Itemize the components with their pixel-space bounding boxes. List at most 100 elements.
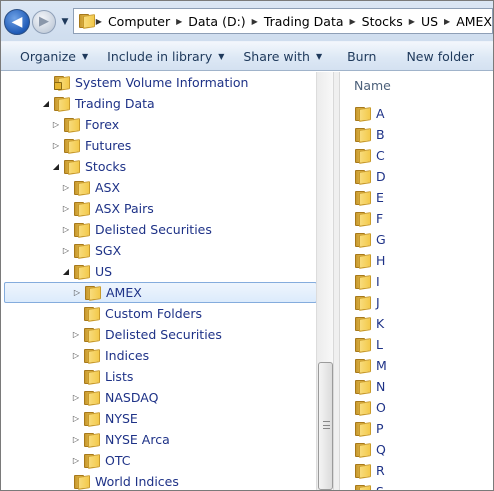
list-item[interactable]: D — [354, 166, 484, 187]
tree-item[interactable]: ▷ SGX — [1, 240, 317, 261]
tree-item[interactable]: ▷ Futures — [1, 135, 317, 156]
chevron-right-icon[interactable]: ▶ — [409, 17, 415, 26]
breadcrumb-item-data-drive[interactable]: Data (D:) — [188, 14, 245, 29]
expand-arrow-icon[interactable]: ▷ — [51, 139, 61, 153]
breadcrumb-item-trading-data[interactable]: Trading Data — [264, 14, 344, 29]
tree-scrollbar[interactable] — [316, 72, 333, 490]
chevron-right-icon[interactable]: ▶ — [350, 17, 356, 26]
organize-label: Organize — [20, 48, 76, 64]
list-item-label: F — [376, 211, 384, 226]
tree-item[interactable]: ▷ NYSE — [1, 408, 317, 429]
expand-arrow-icon[interactable]: ▷ — [71, 454, 81, 468]
tree-item[interactable]: ▷ Indices — [1, 345, 317, 366]
column-header-name[interactable]: Name — [340, 72, 493, 102]
breadcrumb-item-stocks[interactable]: Stocks — [362, 14, 403, 29]
expand-arrow-icon[interactable]: ▷ — [51, 118, 61, 132]
list-item[interactable]: L — [354, 334, 484, 355]
list-item[interactable]: A — [354, 103, 484, 124]
list-item[interactable]: E — [354, 187, 484, 208]
caret-down-icon: ▼ — [315, 51, 323, 61]
folder-icon — [354, 295, 372, 311]
tree-item[interactable]: ▷ ASX Pairs — [1, 198, 317, 219]
expand-arrow-icon[interactable]: ▷ — [71, 349, 81, 363]
tree-item-label: OTC — [105, 453, 131, 468]
forward-button[interactable]: ▶ — [32, 10, 56, 34]
tree-item[interactable]: ▷ NASDAQ — [1, 387, 317, 408]
expand-arrow-icon[interactable]: ▷ — [72, 286, 82, 300]
tree-item[interactable]: Lists — [1, 366, 317, 387]
list-item-label: S — [376, 484, 384, 490]
list-item-label: A — [376, 106, 385, 121]
tree-item[interactable]: ▷ ASX — [1, 177, 317, 198]
tree-item[interactable]: ▷ Forex — [1, 114, 317, 135]
list-item[interactable]: N — [354, 376, 484, 397]
list-item[interactable]: M — [354, 355, 484, 376]
pane-splitter[interactable] — [333, 72, 340, 490]
folder-icon — [53, 96, 71, 112]
navigation-pane[interactable]: System Volume Information ◢ Trading Data ▷ F… — [1, 72, 333, 490]
tree-item[interactable]: ◢ US — [1, 261, 317, 282]
expand-arrow-icon[interactable]: ▷ — [71, 433, 81, 447]
list-item[interactable]: J — [354, 292, 484, 313]
tree-item[interactable]: ▷ Delisted Securities — [1, 219, 317, 240]
expand-arrow-icon[interactable]: ▷ — [71, 412, 81, 426]
tree-item-label: NYSE Arca — [105, 432, 170, 447]
address-bar[interactable]: ▶ Computer ▶ Data (D:) ▶ Trading Data ▶ … — [73, 8, 493, 34]
chevron-right-icon[interactable]: ▶ — [176, 17, 182, 26]
expand-arrow-icon[interactable]: ▷ — [61, 223, 71, 237]
expand-arrow-icon[interactable]: ▷ — [61, 181, 71, 195]
share-with-button[interactable]: Share with ▼ — [243, 49, 322, 64]
list-item[interactable]: F — [354, 208, 484, 229]
tree-item[interactable]: ◢ Stocks — [1, 156, 317, 177]
tree-item[interactable]: Custom Folders — [1, 303, 317, 324]
tree-item[interactable]: ◢ Trading Data — [1, 93, 317, 114]
breadcrumb-item-amex[interactable]: AMEX — [456, 14, 492, 29]
expand-arrow-icon[interactable]: ▷ — [71, 328, 81, 342]
list-item[interactable]: K — [354, 313, 484, 334]
list-item[interactable]: C — [354, 145, 484, 166]
list-item[interactable]: R — [354, 460, 484, 481]
tree-item-label: NYSE — [105, 411, 138, 426]
expand-arrow-icon[interactable]: ▷ — [71, 391, 81, 405]
include-in-library-label: Include in library — [107, 48, 213, 64]
tree-item[interactable]: System Volume Information — [1, 72, 317, 93]
collapse-arrow-icon[interactable]: ◢ — [41, 97, 51, 111]
tree-item[interactable]: World Indices — [1, 471, 317, 490]
burn-button[interactable]: Burn — [347, 49, 376, 64]
tree-item[interactable]: ▷ OTC — [1, 450, 317, 471]
list-item[interactable]: P — [354, 418, 484, 439]
tree-item-label: ASX Pairs — [95, 201, 154, 216]
list-item[interactable]: H — [354, 250, 484, 271]
tree-item-label: SGX — [95, 243, 122, 258]
collapse-arrow-icon[interactable]: ◢ — [61, 265, 71, 279]
scrollbar-thumb[interactable] — [318, 362, 333, 490]
tree-item[interactable]: ▷ Delisted Securities — [1, 324, 317, 345]
list-item[interactable]: G — [354, 229, 484, 250]
chevron-right-icon[interactable]: ▶ — [96, 17, 102, 26]
collapse-arrow-icon[interactable]: ◢ — [51, 160, 61, 174]
folder-icon — [73, 201, 91, 217]
folder-icon — [83, 432, 101, 448]
list-item[interactable]: I — [354, 271, 484, 292]
list-item[interactable]: O — [354, 397, 484, 418]
list-item[interactable]: B — [354, 124, 484, 145]
breadcrumb-item-computer[interactable]: Computer — [108, 14, 170, 29]
expand-arrow-icon[interactable]: ▷ — [61, 202, 71, 216]
new-folder-button[interactable]: New folder — [406, 49, 474, 64]
tree-item-label: ASX — [95, 180, 121, 195]
tree-item-label: Trading Data — [75, 96, 155, 111]
organize-button[interactable]: Organize ▼ — [20, 49, 88, 64]
expand-arrow-icon[interactable]: ▷ — [61, 244, 71, 258]
breadcrumb-item-us[interactable]: US — [421, 14, 438, 29]
chevron-right-icon[interactable]: ▶ — [444, 17, 450, 26]
tree-item[interactable]: ▷ AMEX — [4, 282, 317, 303]
tree-item[interactable]: ▷ NYSE Arca — [1, 429, 317, 450]
back-button[interactable]: ◀ — [4, 9, 30, 35]
chevron-right-icon[interactable]: ▶ — [252, 17, 258, 26]
tree-item-label: Forex — [85, 117, 120, 132]
include-in-library-button[interactable]: Include in library ▼ — [107, 49, 224, 64]
recent-pages-dropdown[interactable]: ▼ — [59, 16, 71, 28]
list-item[interactable]: S — [354, 481, 484, 490]
folder-icon — [354, 379, 372, 395]
list-item[interactable]: Q — [354, 439, 484, 460]
